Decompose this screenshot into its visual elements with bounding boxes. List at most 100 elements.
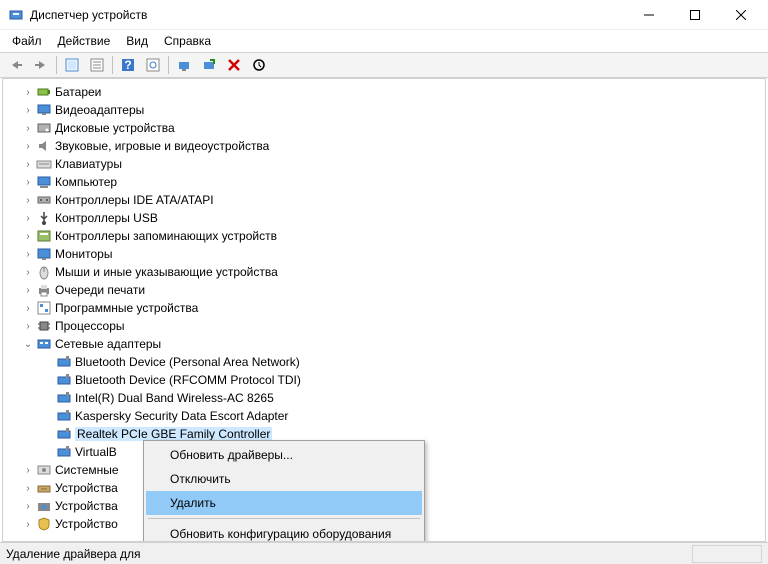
security-icon: [36, 516, 52, 532]
tree-category[interactable]: › Контроллеры запоминающих устройств: [11, 227, 765, 245]
uninstall-button[interactable]: [222, 54, 246, 76]
expander-icon[interactable]: ›: [21, 285, 35, 296]
tree-category[interactable]: ›Процессоры: [11, 317, 765, 335]
expander-icon[interactable]: ›: [21, 321, 35, 332]
context-menu: Обновить драйверы...ОтключитьУдалить Обно…: [143, 440, 425, 542]
expander-icon[interactable]: ›: [21, 195, 35, 206]
show-hidden-button[interactable]: [60, 54, 84, 76]
tree-category[interactable]: › Дисковые устройства: [11, 119, 765, 137]
tree-category[interactable]: › Компьютер: [11, 173, 765, 191]
expander-icon[interactable]: ›: [21, 483, 35, 494]
tree-device[interactable]: Bluetooth Device (RFCOMM Protocol TDI): [11, 371, 765, 389]
category-label: Видеоадаптеры: [55, 103, 144, 117]
expander-icon[interactable]: ›: [21, 87, 35, 98]
separator: [56, 56, 57, 74]
expander-icon[interactable]: ›: [21, 231, 35, 242]
help-button[interactable]: ?: [116, 54, 140, 76]
properties-button[interactable]: [85, 54, 109, 76]
expander-icon[interactable]: ›: [21, 105, 35, 116]
device-label: Bluetooth Device (RFCOMM Protocol TDI): [75, 373, 301, 387]
toolbar: ?: [0, 52, 768, 78]
forward-button[interactable]: [29, 54, 53, 76]
tree-category[interactable]: ›Контроллеры USB: [11, 209, 765, 227]
category-label: Дисковые устройства: [55, 121, 175, 135]
expander-icon[interactable]: ⌄: [21, 339, 35, 350]
tree-category[interactable]: ⌄Сетевые адаптеры: [11, 335, 765, 353]
monitor-icon: [36, 246, 52, 262]
category-label: Контроллеры запоминающих устройств: [55, 229, 277, 243]
expander-icon[interactable]: ›: [21, 519, 35, 530]
tree-category[interactable]: › Программные устройства: [11, 299, 765, 317]
menu-help[interactable]: Справка: [156, 32, 219, 50]
device-label: Kaspersky Security Data Escort Adapter: [75, 409, 288, 423]
sound-icon: [36, 138, 52, 154]
expander-icon[interactable]: ›: [21, 177, 35, 188]
disk-icon: [36, 120, 52, 136]
content-pane: ›Батареи›Видеоадаптеры›Дисковые устройст…: [2, 78, 766, 542]
tree-category[interactable]: › Видеоадаптеры: [11, 101, 765, 119]
category-label: Звуковые, игровые и видеоустройства: [55, 139, 269, 153]
tree-device[interactable]: Kaspersky Security Data Escort Adapter: [11, 407, 765, 425]
category-label: Системные: [55, 463, 119, 477]
disable-button[interactable]: [197, 54, 221, 76]
menu-view[interactable]: Вид: [118, 32, 156, 50]
software-icon: [36, 300, 52, 316]
scan-button[interactable]: [141, 54, 165, 76]
computer-icon: [36, 174, 52, 190]
menu-file[interactable]: Файл: [4, 32, 50, 50]
ide-icon: [36, 192, 52, 208]
category-label: Очереди печати: [55, 283, 145, 297]
scan-hardware-button[interactable]: [247, 54, 271, 76]
statusbar: Удаление драйвера для: [0, 542, 768, 564]
status-text: Удаление драйвера для: [6, 547, 141, 561]
titlebar: Диспетчер устройств: [0, 0, 768, 30]
tree-category[interactable]: ›Мониторы: [11, 245, 765, 263]
context-menu-item[interactable]: Обновить драйверы...: [146, 443, 422, 467]
network-icon: [36, 336, 52, 352]
minimize-button[interactable]: [626, 0, 672, 30]
netcard-icon: [56, 390, 72, 406]
imaging-icon: [36, 498, 52, 514]
window-title: Диспетчер устройств: [30, 8, 626, 22]
expander-icon[interactable]: ›: [21, 159, 35, 170]
menu-action[interactable]: Действие: [50, 32, 119, 50]
tree-category[interactable]: ›Контроллеры IDE ATA/ATAPI: [11, 191, 765, 209]
separator: [168, 56, 169, 74]
tree-device[interactable]: Bluetooth Device (Personal Area Network): [11, 353, 765, 371]
category-label: Устройства: [55, 499, 118, 513]
expander-icon[interactable]: ›: [21, 465, 35, 476]
netcard-icon: [56, 372, 72, 388]
category-label: Программные устройства: [55, 301, 198, 315]
category-label: Мыши и иные указывающие устройства: [55, 265, 278, 279]
expander-icon[interactable]: ›: [21, 501, 35, 512]
expander-icon[interactable]: ›: [21, 249, 35, 260]
back-button[interactable]: [4, 54, 28, 76]
expander-icon[interactable]: ›: [21, 213, 35, 224]
tree-category[interactable]: › Звуковые, игровые и видеоустройства: [11, 137, 765, 155]
close-button[interactable]: [718, 0, 764, 30]
expander-icon[interactable]: ›: [21, 267, 35, 278]
maximize-button[interactable]: [672, 0, 718, 30]
context-menu-item[interactable]: Отключить: [146, 467, 422, 491]
netcard-icon: [56, 354, 72, 370]
netcard-icon: [56, 408, 72, 424]
tree-category[interactable]: ›Клавиатуры: [11, 155, 765, 173]
context-menu-item[interactable]: Удалить: [146, 491, 422, 515]
cpu-icon: [36, 318, 52, 334]
separator: [112, 56, 113, 74]
update-driver-button[interactable]: [172, 54, 196, 76]
tree-category[interactable]: › Мыши и иные указывающие устройства: [11, 263, 765, 281]
tree-category[interactable]: ›Батареи: [11, 83, 765, 101]
expander-icon[interactable]: ›: [21, 141, 35, 152]
battery-icon: [36, 84, 52, 100]
status-panel: [692, 545, 762, 563]
expander-icon[interactable]: ›: [21, 303, 35, 314]
context-menu-item[interactable]: Обновить конфигурацию оборудования: [146, 522, 422, 542]
hid-icon: [36, 480, 52, 496]
tree-device[interactable]: Intel(R) Dual Band Wireless-AC 8265: [11, 389, 765, 407]
expander-icon[interactable]: ›: [21, 123, 35, 134]
tree-category[interactable]: › Очереди печати: [11, 281, 765, 299]
mouse-icon: [36, 264, 52, 280]
display-icon: [36, 102, 52, 118]
category-label: Компьютер: [55, 175, 117, 189]
